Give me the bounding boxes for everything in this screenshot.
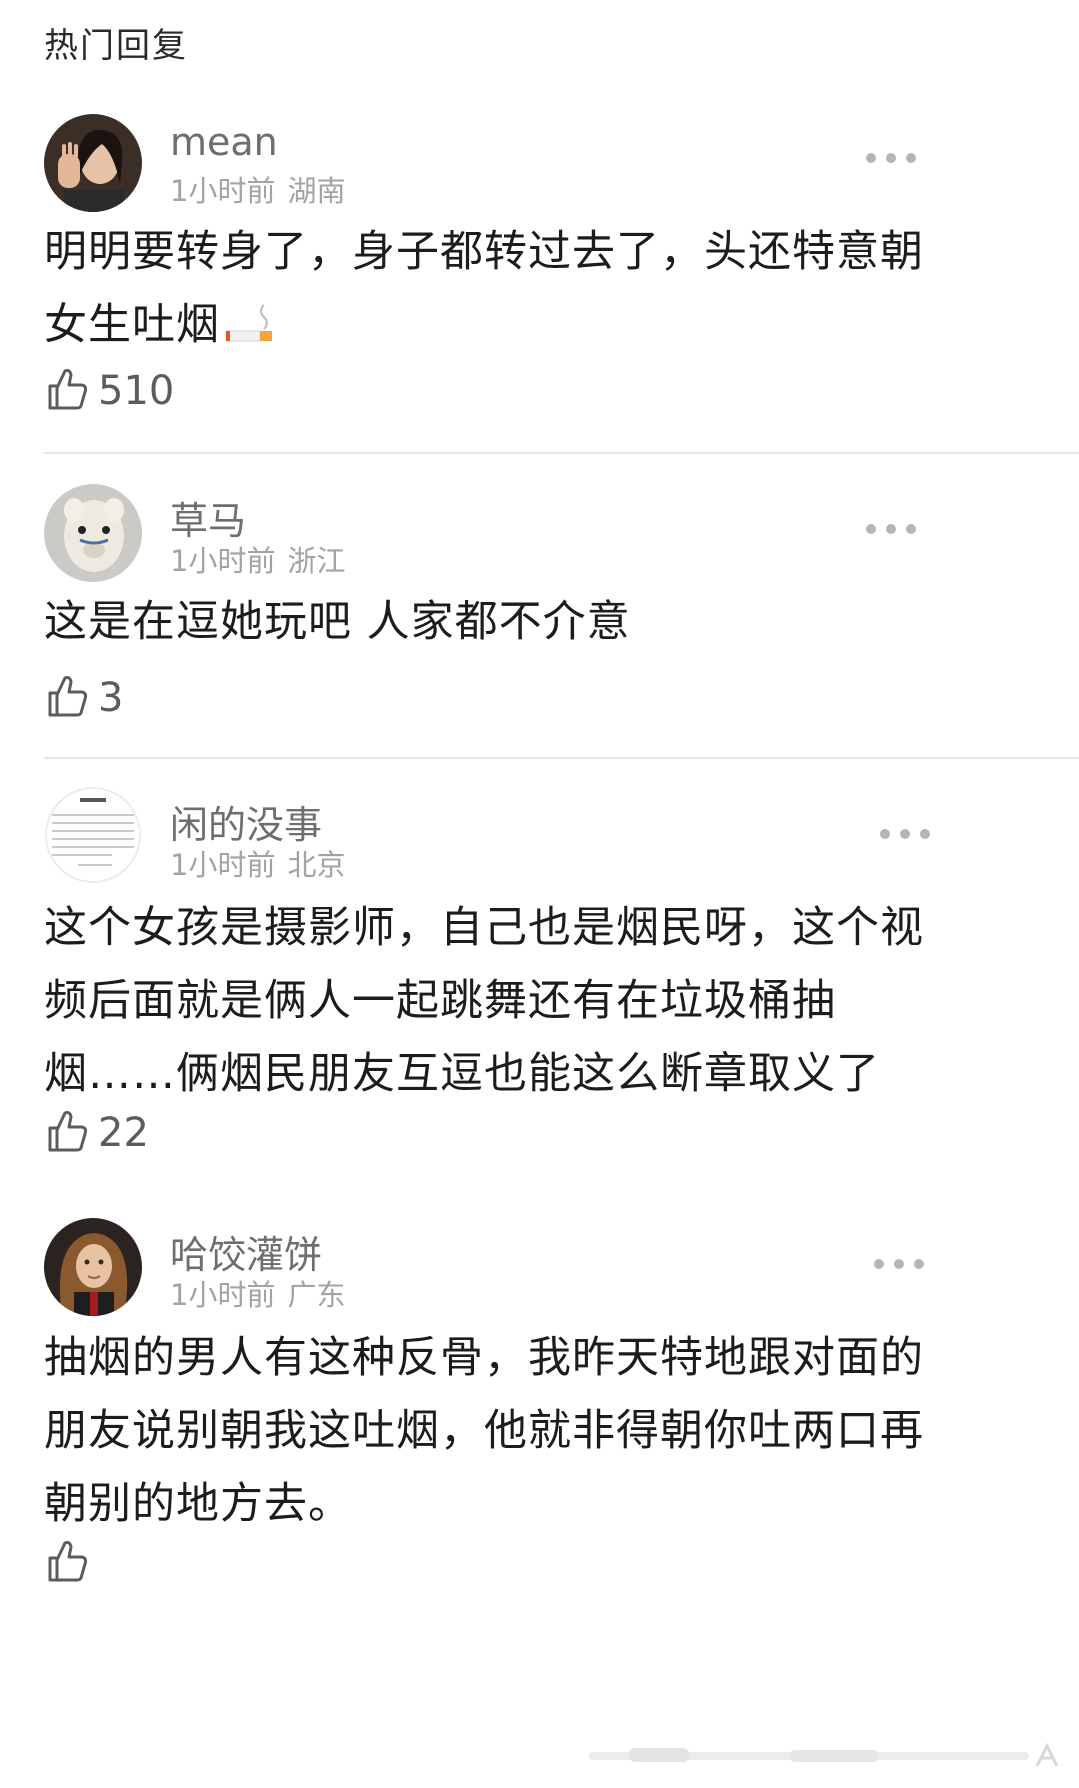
thumbs-up-icon (44, 1538, 90, 1588)
timestamp: 1小时前 (170, 1278, 276, 1312)
comment-line: 烟……俩烟民朋友互逗也能这么断章取义了 (44, 1049, 880, 1099)
username[interactable]: 草马 (170, 490, 246, 545)
comment-text: 这个女孩是摄影师，自己也是烟民呀，这个视 频后面就是俩人一起跳舞还有在垃圾桶抽 … (44, 892, 1034, 1111)
more-dots-icon[interactable] (880, 827, 930, 841)
timestamp: 1小时前 (170, 848, 276, 882)
avatar[interactable] (44, 786, 142, 884)
comment-line: 这个女孩是摄影师，自己也是烟民呀，这个视 (44, 903, 924, 953)
more-dots-icon[interactable] (874, 1257, 924, 1271)
more-dots-icon[interactable] (866, 522, 916, 536)
comment-line: 抽烟的男人有这种反骨，我昨天特地跟对面的 (44, 1333, 924, 1383)
comment-line: 明明要转身了，身子都转过去了，头还特意朝 (44, 227, 924, 277)
avatar[interactable] (44, 114, 142, 212)
location: 湖南 (287, 174, 346, 208)
location: 浙江 (287, 544, 346, 578)
like-button[interactable]: 3 (44, 673, 123, 723)
like-button[interactable]: 510 (44, 366, 174, 416)
watermark (589, 1736, 1069, 1776)
comment-line: 这是在逗她玩吧 人家都不介意 (44, 597, 631, 647)
avatar[interactable] (44, 1218, 142, 1316)
location: 北京 (287, 848, 346, 882)
divider (44, 452, 1079, 454)
cigarette-icon (224, 295, 276, 368)
like-button[interactable] (44, 1538, 98, 1588)
comment-meta: 1小时前 湖南 (170, 168, 345, 210)
section-title: 热门回复 (44, 26, 188, 66)
username[interactable]: mean (170, 120, 278, 164)
like-count: 510 (98, 368, 175, 414)
comment-line: 女生吐烟 (44, 300, 220, 350)
like-button[interactable]: 22 (44, 1108, 149, 1158)
comment-line: 朝别的地方去。 (44, 1479, 352, 1529)
comment-meta: 1小时前 浙江 (170, 538, 345, 580)
thumbs-up-icon (44, 366, 90, 416)
username[interactable]: 哈饺灌饼 (170, 1224, 322, 1279)
username[interactable]: 闲的没事 (170, 794, 322, 849)
thumbs-up-icon (44, 673, 90, 723)
thumbs-up-icon (44, 1108, 90, 1158)
comment-text: 抽烟的男人有这种反骨，我昨天特地跟对面的 朋友说别朝我这吐烟，他就非得朝你吐两口… (44, 1322, 1034, 1541)
comment-text: 明明要转身了，身子都转过去了，头还特意朝 女生吐烟 (44, 216, 1034, 368)
avatar[interactable] (44, 484, 142, 582)
comment-meta: 1小时前 北京 (170, 842, 345, 884)
comment-line: 频后面就是俩人一起跳舞还有在垃圾桶抽 (44, 976, 836, 1026)
divider (44, 757, 1079, 759)
more-dots-icon[interactable] (866, 151, 916, 165)
comment-text: 这是在逗她玩吧 人家都不介意 (44, 586, 1034, 659)
like-count: 22 (98, 1110, 149, 1156)
timestamp: 1小时前 (170, 174, 276, 208)
location: 广东 (287, 1278, 346, 1312)
like-count: 3 (98, 675, 124, 721)
comment-line: 朋友说别朝我这吐烟，他就非得朝你吐两口再 (44, 1406, 924, 1456)
comment-meta: 1小时前 广东 (170, 1272, 345, 1314)
timestamp: 1小时前 (170, 544, 276, 578)
